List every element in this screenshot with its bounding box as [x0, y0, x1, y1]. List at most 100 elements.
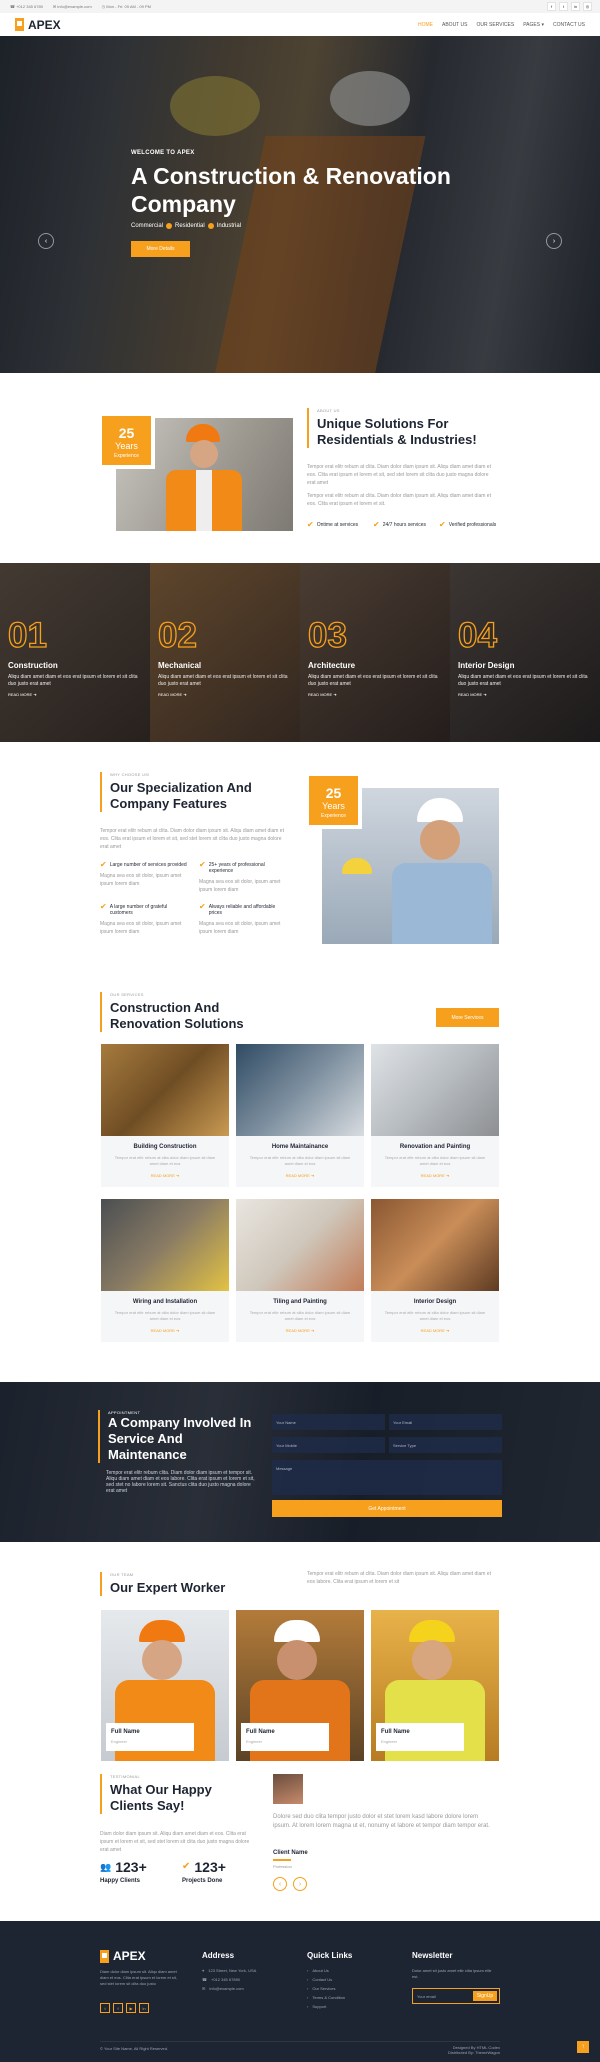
service-card[interactable]: Renovation and Painting Tempor erat elit… [371, 1044, 499, 1187]
read-more-link[interactable]: READ MORE ➜ [101, 1328, 229, 1333]
why-feature: ✔ 25+ years of professional experience Mag… [199, 860, 281, 894]
facebook-icon[interactable]: f [547, 2, 556, 11]
quick-link[interactable]: › Our Services [307, 1986, 352, 1991]
client-avatar [273, 1774, 303, 1804]
name-input[interactable]: Your Name [272, 1414, 385, 1430]
linkedin-icon[interactable]: in [571, 2, 580, 11]
team-member-card[interactable]: Full Name Engineer [371, 1610, 499, 1761]
appointment-paragraph: Tempor erat elitr rebum clita. Diam dolo… [106, 1470, 255, 1494]
read-more-link[interactable]: READ MORE ➜ [8, 692, 37, 697]
nav-contact[interactable]: CONTACT US [553, 22, 585, 28]
category-card[interactable]: 04 Interior Design Aliqu diam amet diam … [450, 563, 600, 742]
happy-clients-stat: 👥 123+ Happy Clients [100, 1859, 147, 1884]
hero-title: A Construction & Renovation Company [131, 163, 451, 217]
feature-verified: ✔ Verified professionals [439, 520, 497, 529]
newsletter-text: Dolor amet sit justo amet elitr clita ip… [412, 1968, 492, 1979]
service-card[interactable]: Tiling and Painting Tempor erat elitr re… [236, 1199, 364, 1342]
service-card[interactable]: Wiring and Installation Tempor erat elit… [101, 1199, 229, 1342]
footer-logo[interactable]: APEX [100, 1949, 146, 1963]
why-feature: ✔ Always reliable and affordable prices Ma… [199, 902, 281, 936]
nav-about[interactable]: ABOUT US [442, 22, 467, 28]
client-name: Client Name [273, 1850, 308, 1856]
quick-link[interactable]: › Terms & Condition [307, 1995, 352, 2000]
read-more-link[interactable]: READ MORE ➜ [371, 1328, 499, 1333]
service-type-select[interactable]: Service Type [389, 1437, 502, 1453]
nav-home[interactable]: HOME [418, 22, 433, 28]
services-section: OUR SERVICES Construction And Renovation… [0, 982, 600, 1382]
service-card[interactable]: Home Maintainance Tempor erat elitr rebu… [236, 1044, 364, 1187]
more-services-button[interactable]: More Services [436, 1008, 499, 1027]
appointment-section: APPOINTMENT A Company Involved In Servic… [0, 1382, 600, 1542]
mobile-input[interactable]: Your Mobile [272, 1437, 385, 1453]
check-icon: ✔ [100, 902, 107, 911]
phone-info: ☎ +012 345 6789 [10, 4, 43, 9]
quick-link[interactable]: › Support [307, 2004, 352, 2009]
email-line: ✉ info@example.com [202, 1986, 244, 1991]
distributed-by[interactable]: Distributed By: ThemeWagon [430, 2050, 500, 2055]
category-card[interactable]: 02 Mechanical Aliqu diam amet diam et eo… [150, 563, 300, 742]
prev-slide-button[interactable]: ‹ [38, 233, 54, 249]
newsletter-email-input[interactable]: Your email [417, 1994, 436, 1999]
read-more-link[interactable]: READ MORE ➜ [308, 692, 337, 697]
hero-details-button[interactable]: More Details [131, 241, 190, 257]
service-card[interactable]: Building Construction Tempor erat elitr … [101, 1044, 229, 1187]
testimonial-quote: Dolore sed duo clita tempor justo dolor … [273, 1814, 490, 1829]
nav-services[interactable]: OUR SERVICES [476, 22, 514, 28]
check-icon: ✔ [199, 860, 206, 869]
back-to-top-button[interactable]: ↑ [577, 2041, 589, 2053]
hero-tags: Commercial Residential Industrial [131, 223, 242, 229]
instagram-icon[interactable]: ◎ [583, 2, 592, 11]
service-card[interactable]: Interior Design Tempor erat elitr rebum … [371, 1199, 499, 1342]
top-bar: ☎ +012 345 6789 ✉ info@example.com ◷ Mon… [0, 0, 600, 13]
why-feature: ✔ Large number of services provided Magna … [100, 860, 187, 888]
feature-24-7: ✔ 24/7 hours services [373, 520, 427, 529]
email-input[interactable]: Your Email [389, 1414, 502, 1430]
message-textarea[interactable]: Message [272, 1460, 502, 1495]
category-card[interactable]: 01 Construction Aliqu diam amet diam et … [0, 563, 150, 742]
quick-link[interactable]: › Contact Us [307, 1977, 352, 1982]
building-icon [15, 18, 24, 31]
quick-link[interactable]: › About Us [307, 1968, 352, 1973]
twitter-icon[interactable]: t [100, 2003, 110, 2013]
get-appointment-button[interactable]: Get Appointment [272, 1500, 502, 1517]
next-testimonial-button[interactable]: › [293, 1877, 307, 1891]
copyright: © Your Site Name, All Right Reserved. [100, 2046, 169, 2051]
read-more-link[interactable]: READ MORE ➜ [371, 1173, 499, 1178]
team-member-card[interactable]: Full Name Engineer [101, 1610, 229, 1761]
team-kicker: OUR TEAM [110, 1572, 134, 1577]
about-paragraph-2: Tempor erat elitr rebum at clita. Diam d… [307, 493, 491, 507]
team-member-card[interactable]: Full Name Engineer [236, 1610, 364, 1761]
read-more-link[interactable]: READ MORE ➜ [101, 1173, 229, 1178]
footer: APEX Diam dolor diam ipsum sit. Aliqu di… [0, 1921, 600, 2062]
address-line: ⌖ 123 Street, New York, USA [202, 1968, 257, 1973]
next-slide-button[interactable]: › [546, 233, 562, 249]
main-navbar: APEX HOME ABOUT US OUR SERVICES PAGES ▾ … [0, 13, 600, 36]
about-paragraph-1: Tempor erat elitr rebum at clita. Diam d… [307, 464, 491, 486]
facebook-icon[interactable]: f [113, 2003, 123, 2013]
envelope-icon: ✉ [202, 1986, 206, 1991]
read-more-link[interactable]: READ MORE ➜ [158, 692, 187, 697]
newsletter-heading: Newsletter [412, 1951, 453, 1960]
category-card[interactable]: 03 Architecture Aliqu diam amet diam et … [300, 563, 450, 742]
hero-kicker: WELCOME TO APEX [131, 150, 195, 156]
youtube-icon[interactable]: ▶ [126, 2003, 136, 2013]
brand-logo[interactable]: APEX [15, 18, 61, 32]
footer-about: Diam dolor diam ipsum sit. Aliqu diam am… [100, 1969, 177, 1986]
testimonial-kicker: TESTIMONIAL [110, 1774, 140, 1779]
twitter-icon[interactable]: t [559, 2, 568, 11]
prev-testimonial-button[interactable]: ‹ [273, 1877, 287, 1891]
linkedin-icon[interactable]: in [139, 2003, 149, 2013]
read-more-link[interactable]: READ MORE ➜ [236, 1173, 364, 1178]
check-icon: ✔ [439, 520, 446, 529]
why-kicker: WHY CHOOSE US! [110, 772, 150, 777]
nav-pages[interactable]: PAGES ▾ [523, 22, 544, 28]
building-icon [100, 1949, 109, 1963]
team-title: Our Expert Worker [110, 1580, 226, 1595]
read-more-link[interactable]: READ MORE ➜ [236, 1328, 364, 1333]
signup-button[interactable]: SignUp [473, 1991, 497, 2001]
team-paragraph: Tempor erat elitr rebum at clita. Diam d… [307, 1571, 491, 1585]
read-more-link[interactable]: READ MORE ➜ [458, 692, 487, 697]
why-section: WHY CHOOSE US! Our Specialization And Co… [0, 742, 600, 982]
map-marker-icon: ⌖ [202, 1968, 205, 1973]
why-title: Our Specialization And Company Features [110, 780, 252, 811]
